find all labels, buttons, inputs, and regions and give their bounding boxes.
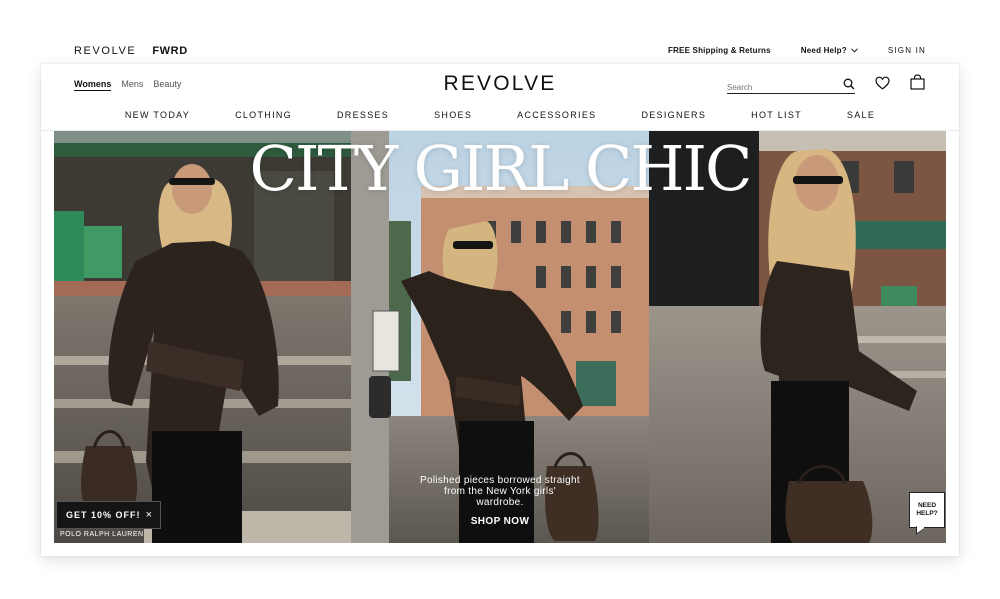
chat-label-line1: NEED xyxy=(917,502,937,509)
utility-links: FREE Shipping & Returns Need Help? SIGN … xyxy=(668,46,926,55)
need-help-dropdown[interactable]: Need Help? xyxy=(801,46,858,55)
search-bar xyxy=(727,77,855,95)
page-card: Womens Mens Beauty REVOLVE NEW TODAY CLO… xyxy=(41,64,959,556)
heart-icon[interactable] xyxy=(875,76,890,90)
nav-accessories[interactable]: ACCESSORIES xyxy=(517,110,596,120)
nav-new-today[interactable]: NEW TODAY xyxy=(125,110,190,120)
brand-caption: POLO RALPH LAUREN xyxy=(60,531,144,538)
chevron-down-icon xyxy=(850,48,858,53)
brand-revolve-link[interactable]: REVOLVE xyxy=(74,45,136,57)
need-help-label: Need Help? xyxy=(800,46,847,55)
bag-icon[interactable] xyxy=(910,74,925,90)
site-header: Womens Mens Beauty REVOLVE NEW TODAY CLO… xyxy=(41,64,959,131)
free-shipping-link[interactable]: FREE Shipping & Returns xyxy=(668,46,771,55)
hero-caption: Polished pieces borrowed straight from t… xyxy=(420,475,580,508)
utility-bar: REVOLVE FWRD FREE Shipping & Returns Nee… xyxy=(41,40,959,64)
brand-switch: REVOLVE FWRD xyxy=(74,45,188,57)
nav-sale[interactable]: SALE xyxy=(847,110,875,120)
search-input[interactable] xyxy=(727,80,832,95)
nav-designers[interactable]: DESIGNERS xyxy=(641,110,706,120)
nav-hot-list[interactable]: HOT LIST xyxy=(751,110,802,120)
hero-title: CITY GIRL CHIC xyxy=(249,132,753,205)
search-icon[interactable] xyxy=(843,78,855,90)
close-icon[interactable]: × xyxy=(146,509,152,521)
nav-dresses[interactable]: DRESSES xyxy=(337,110,389,120)
discount-offer-button[interactable]: GET 10% OFF! × xyxy=(56,501,161,529)
hero-banner[interactable]: CITY GIRL CHIC Polished pieces borrowed … xyxy=(54,131,946,543)
nav-clothing[interactable]: CLOTHING xyxy=(235,110,292,120)
chat-label-line2: HELP? xyxy=(916,510,938,517)
discount-offer-label: GET 10% OFF! xyxy=(66,510,141,520)
brand-fwrd-link[interactable]: FWRD xyxy=(152,45,187,57)
nav-shoes[interactable]: SHOES xyxy=(434,110,472,120)
need-help-chat-button[interactable]: NEED HELP? xyxy=(909,492,945,528)
main-nav: NEW TODAY CLOTHING DRESSES SHOES ACCESSO… xyxy=(41,110,959,120)
sign-in-link[interactable]: SIGN IN xyxy=(888,46,926,55)
shop-now-link[interactable]: SHOP NOW xyxy=(420,516,580,527)
